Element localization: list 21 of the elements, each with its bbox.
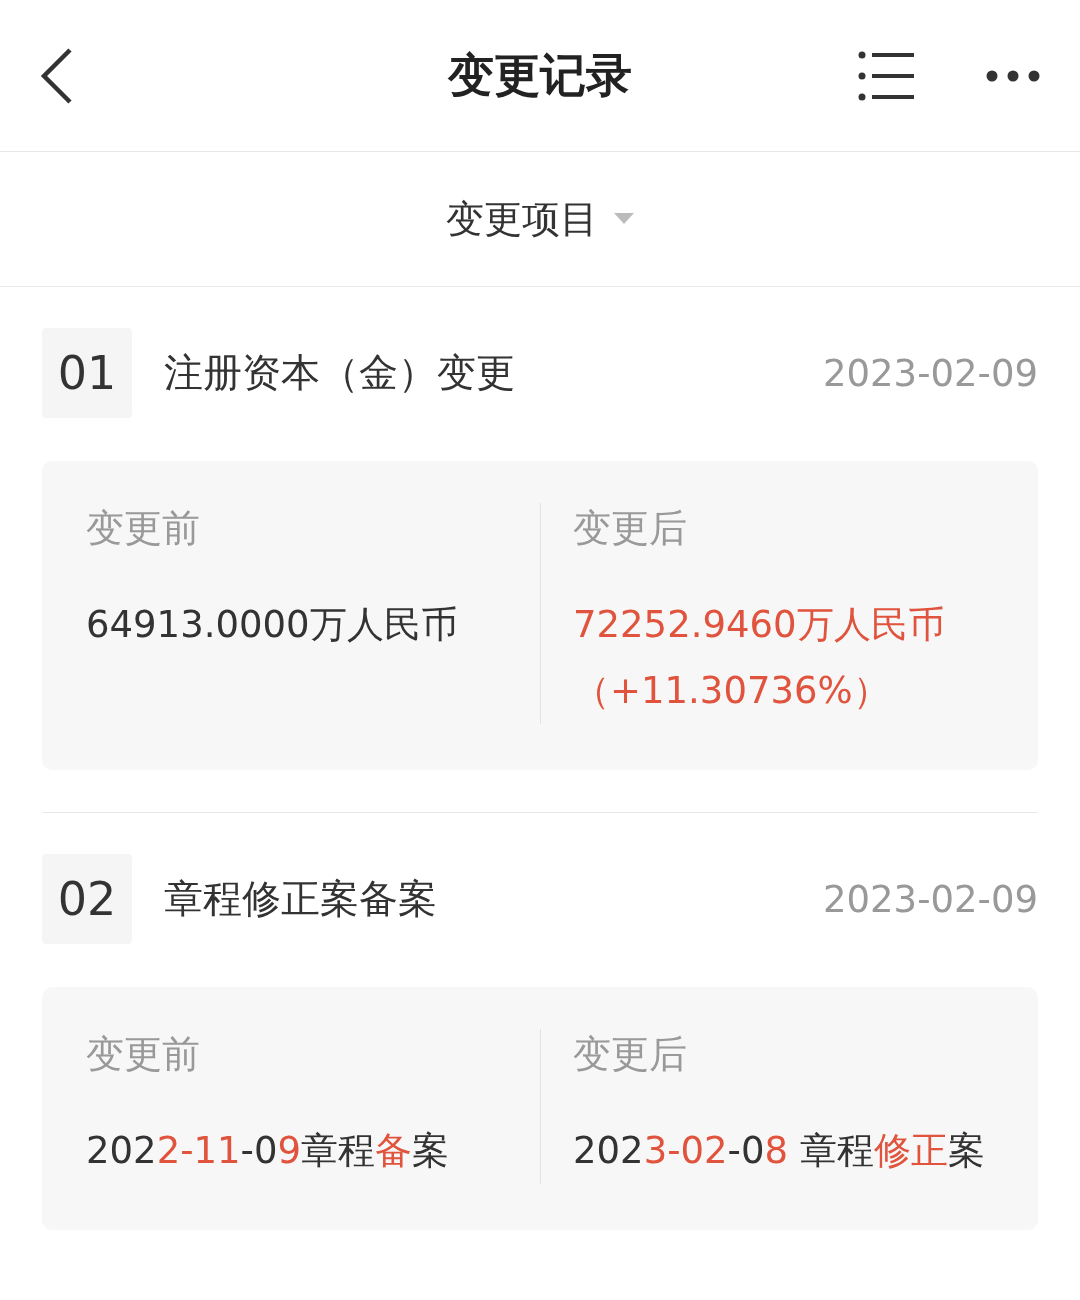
after-value: 2023-02-08 章程修正案 xyxy=(573,1128,985,1174)
caret-icon xyxy=(614,213,634,225)
before-label: 变更前 xyxy=(86,505,200,552)
before-value: 64913.0000万人民币 xyxy=(86,602,458,648)
after-label: 变更后 xyxy=(573,1031,687,1078)
record-number: 02 xyxy=(42,854,132,944)
more-icon[interactable] xyxy=(986,69,1040,82)
page-title: 变更记录 xyxy=(447,46,633,104)
record-title: 注册资本（金）变更 xyxy=(164,349,516,397)
before-value: 2022-11-09章程备案 xyxy=(86,1128,450,1174)
back-icon[interactable] xyxy=(40,46,74,105)
change-percentage: （+11.30736%） xyxy=(573,668,890,714)
list-icon[interactable] xyxy=(858,50,916,101)
record-date: 2023-02-09 xyxy=(822,351,1038,395)
after-label: 变更后 xyxy=(573,505,687,552)
filter-dropdown[interactable]: 变更项目 xyxy=(0,152,1080,287)
before-label: 变更前 xyxy=(86,1031,200,1078)
record-number: 01 xyxy=(42,328,132,418)
after-value: 72252.9460万人民币 xyxy=(573,602,945,648)
record-date: 2023-02-09 xyxy=(822,877,1038,921)
record-title: 章程修正案备案 xyxy=(164,875,438,923)
